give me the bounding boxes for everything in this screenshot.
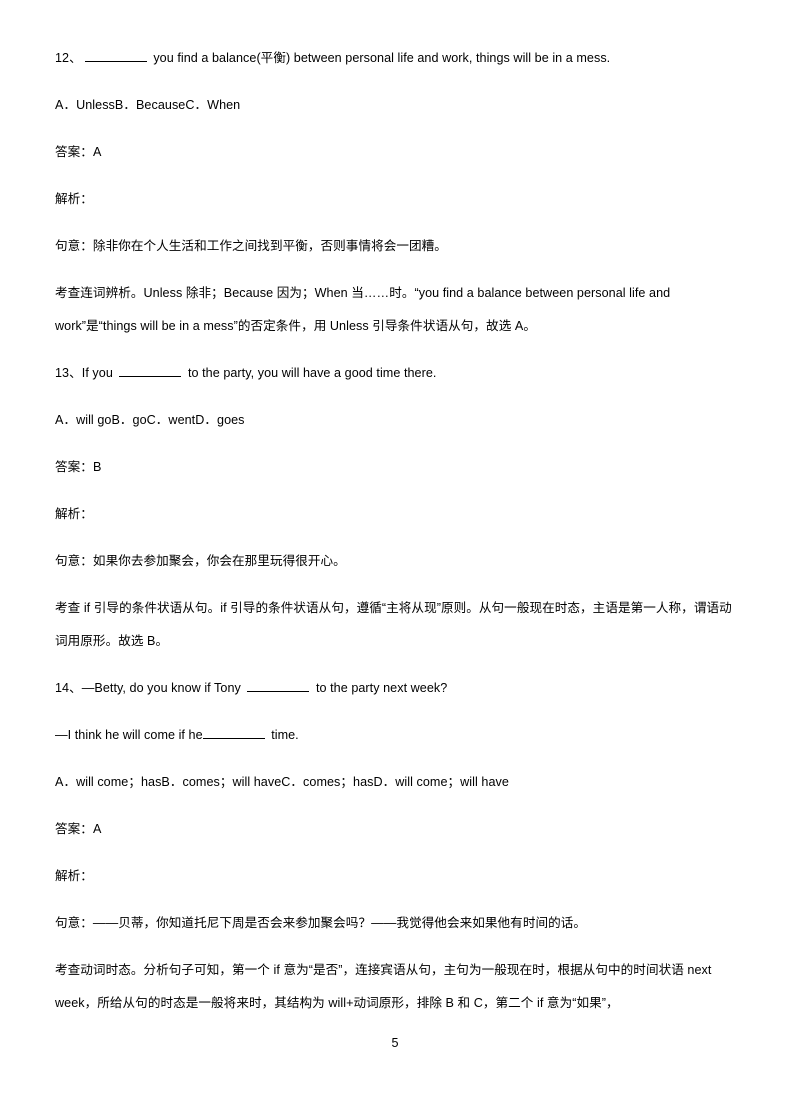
options-13: A．will goB．goC．wentD．goes	[55, 413, 245, 427]
analysis-label-13: 解析：	[55, 507, 93, 521]
question-text-13-a: If you	[81, 366, 117, 380]
question-text-14-c: —I think he will come if he	[55, 728, 203, 742]
question-text-14-b: to the party next week?	[312, 681, 448, 695]
answer-12: 答案：A	[55, 136, 739, 169]
answer-blank	[119, 366, 182, 377]
options-12: A．UnlessB．BecauseC．When	[55, 98, 241, 112]
page-number: 5	[391, 1036, 399, 1050]
question-text-14-a: —Betty, do you know if Tony	[81, 681, 245, 695]
meaning-13: 句意：如果你去参加聚会，你会在那里玩得很开心。	[55, 554, 346, 568]
question-number-14: 14、	[55, 681, 82, 695]
document-body: 12、 you find a balance(平衡) between perso…	[55, 42, 739, 1020]
question-stem-14-line2: —I think he will come if he time.	[55, 719, 739, 752]
answer-blank	[202, 728, 265, 739]
question-text-12: you find a balance(平衡) between personal …	[149, 51, 611, 65]
question-stem-12: 12、 you find a balance(平衡) between perso…	[55, 42, 739, 75]
analysis-label-12: 解析：	[55, 192, 93, 206]
answer-label: 答案：	[55, 460, 93, 474]
meaning-14: 句意：——贝蒂，你知道托尼下周是否会来参加聚会吗？——我觉得他会来如果他有时间的…	[55, 916, 587, 930]
question-text-14-d: time.	[267, 728, 299, 742]
explanation-14: 考查动词时态。分析句子可知，第一个 if 意为“是否”，连接宾语从句，主句为一般…	[55, 963, 712, 1010]
document-page: 12、 you find a balance(平衡) between perso…	[0, 0, 790, 1119]
question-stem-13: 13、If you to the party, you will have a …	[55, 357, 739, 390]
question-number-12: 12、	[55, 51, 82, 65]
answer-value: A	[92, 822, 102, 836]
question-text-13-b: to the party, you will have a good time …	[184, 366, 437, 380]
answer-label: 答案：	[55, 822, 93, 836]
answer-13: 答案：B	[55, 451, 739, 484]
answer-value: A	[92, 145, 102, 159]
question-number-13: 13、	[55, 366, 82, 380]
exercise-item-13: 13、If you to the party, you will have a …	[55, 357, 739, 658]
question-stem-14: 14、—Betty, do you know if Tony to the pa…	[55, 672, 739, 705]
explanation-12: 考查连词辨析。Unless 除非；Because 因为；When 当……时。“y…	[55, 286, 671, 333]
options-14: A．will come；hasB．comes；will haveC．comes；…	[55, 775, 509, 789]
answer-14: 答案：A	[55, 813, 739, 846]
exercise-item-14: 14、—Betty, do you know if Tony to the pa…	[55, 672, 739, 1020]
explanation-13: 考查 if 引导的条件状语从句。if 引导的条件状语从句，遵循“主将从现”原则。…	[55, 601, 732, 648]
answer-blank	[84, 51, 147, 62]
answer-blank	[247, 681, 310, 692]
answer-value: B	[92, 460, 102, 474]
meaning-12: 句意：除非你在个人生活和工作之间找到平衡，否则事情将会一团糟。	[55, 239, 447, 253]
exercise-item-12: 12、 you find a balance(平衡) between perso…	[55, 42, 739, 343]
answer-label: 答案：	[55, 145, 93, 159]
analysis-label-14: 解析：	[55, 869, 93, 883]
